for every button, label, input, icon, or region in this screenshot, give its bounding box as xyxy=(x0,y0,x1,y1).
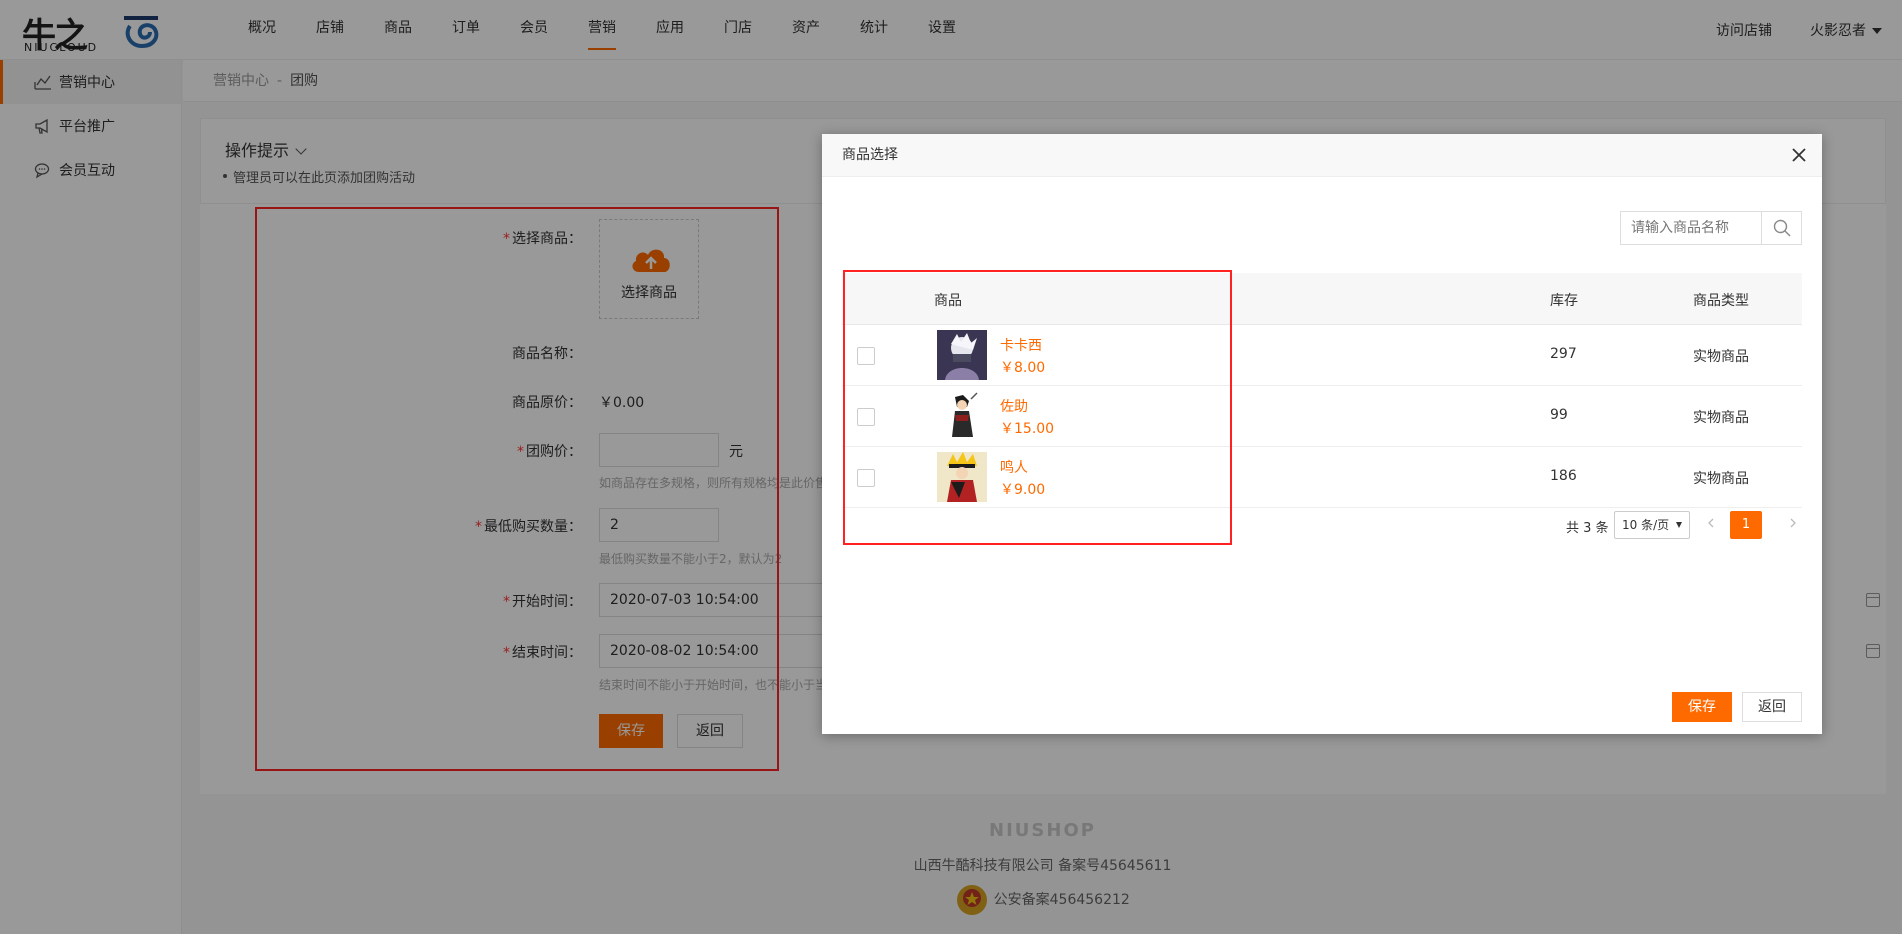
goods-stock: 99 xyxy=(1550,407,1568,423)
page-size-select[interactable]: 10 条/页 xyxy=(1614,511,1690,539)
col-header-stock: 库存 xyxy=(1550,293,1578,309)
search-icon xyxy=(1773,219,1791,237)
chevron-right-icon[interactable] xyxy=(1788,518,1798,528)
goods-type: 实物商品 xyxy=(1693,410,1749,426)
page-number-current[interactable]: 1 xyxy=(1730,511,1762,539)
close-icon[interactable] xyxy=(1790,146,1808,164)
col-header-type: 商品类型 xyxy=(1693,293,1749,309)
goods-stock: 297 xyxy=(1550,346,1577,362)
pagination-total: 共 3 条 xyxy=(1566,521,1609,536)
caret-down-icon xyxy=(1676,522,1682,528)
modal-save-button[interactable]: 保存 xyxy=(1672,692,1732,722)
chevron-left-icon[interactable] xyxy=(1706,518,1716,528)
modal-title: 商品选择 xyxy=(842,147,898,163)
search-button[interactable] xyxy=(1761,212,1801,244)
goods-search-input[interactable] xyxy=(1621,212,1761,244)
goods-search xyxy=(1620,211,1802,245)
goods-stock: 186 xyxy=(1550,468,1577,484)
goods-type: 实物商品 xyxy=(1693,349,1749,365)
table-highlight-box xyxy=(843,270,1232,545)
page-size-value: 10 条/页 xyxy=(1622,518,1670,532)
modal-header: 商品选择 xyxy=(822,134,1822,177)
modal-back-button[interactable]: 返回 xyxy=(1742,692,1802,722)
goods-type: 实物商品 xyxy=(1693,471,1749,487)
